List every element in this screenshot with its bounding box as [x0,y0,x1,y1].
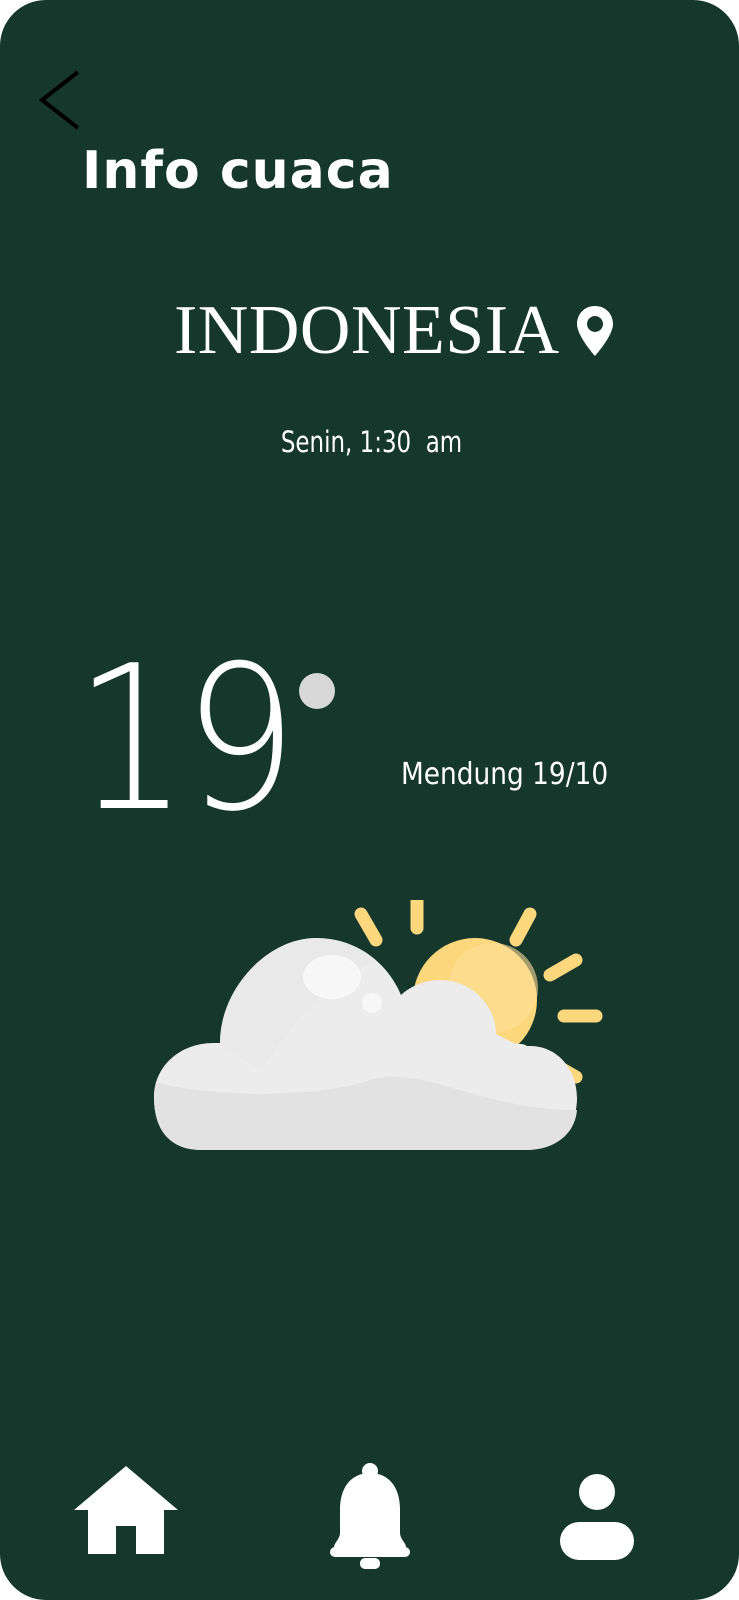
page-title: Info cuaca [82,141,394,201]
location-name: INDONESIA [174,292,560,369]
home-icon[interactable] [74,1466,178,1554]
bell-icon[interactable] [330,1463,410,1569]
map-pin-icon [576,306,613,356]
partly-cloudy-icon [154,900,603,1150]
degree-dot-icon [299,673,335,709]
nav-home-button[interactable] [74,1466,178,1554]
back-button[interactable] [36,68,86,132]
nav-profile-button[interactable] [560,1474,634,1560]
date-time: Senin, 1:30 am [280,425,463,459]
weather-screen: Info cuaca INDONESIA Senin, 1:30 am 19 M… [0,0,739,1600]
location-header: INDONESIA [174,296,614,366]
weather-condition: Mendung 19/10 [401,757,609,792]
profile-icon[interactable] [560,1474,634,1560]
bottom-navigation [0,1455,739,1575]
temperature-value: 19 [74,623,298,856]
nav-notifications-button[interactable] [330,1463,410,1569]
chevron-left-icon[interactable] [36,68,86,132]
